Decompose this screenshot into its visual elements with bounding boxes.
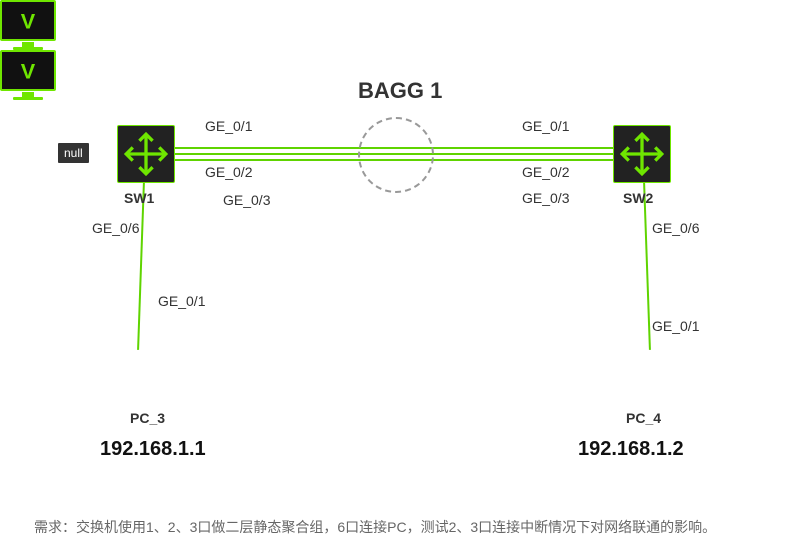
pc3-ip: 192.168.1.1 <box>100 438 206 461</box>
pc4-label: PC_4 <box>626 410 661 426</box>
pc-v-icon: V <box>15 58 41 84</box>
pc-pc4[interactable]: V <box>0 50 56 100</box>
svg-text:V: V <box>21 8 36 33</box>
pc-base <box>13 97 43 100</box>
switch-sw2[interactable] <box>613 125 671 183</box>
port-pc4-ge01: GE_0/1 <box>652 318 699 334</box>
port-sw2-ge02: GE_0/2 <box>522 164 569 180</box>
switch-icon <box>124 132 168 176</box>
pc-screen: V <box>0 50 56 91</box>
switch-icon <box>620 132 664 176</box>
null-label: null <box>58 143 89 163</box>
port-pc3-ge01: GE_0/1 <box>158 293 205 309</box>
switch-sw1[interactable] <box>117 125 175 183</box>
bagg-circle-icon <box>358 117 434 193</box>
pc-pc3[interactable]: V <box>0 0 56 50</box>
port-sw1-ge01: GE_0/1 <box>205 118 252 134</box>
requirement-text: 需求：交换机使用1、2、3口做二层静态聚合组，6口连接PC，测试2、3口连接中断… <box>34 517 716 537</box>
pc4-ip: 192.168.1.2 <box>578 438 684 461</box>
port-sw2-ge03: GE_0/3 <box>522 190 569 206</box>
port-sw2-ge06: GE_0/6 <box>652 220 699 236</box>
port-sw2-ge01: GE_0/1 <box>522 118 569 134</box>
sw2-label: SW2 <box>623 190 653 206</box>
port-sw1-ge02: GE_0/2 <box>205 164 252 180</box>
sw1-label: SW1 <box>124 190 154 206</box>
diagram-canvas: BAGG 1 null SW1 <box>0 0 806 555</box>
pc3-label: PC_3 <box>130 410 165 426</box>
pc-screen: V <box>0 0 56 41</box>
pc-v-icon: V <box>15 8 41 34</box>
port-sw1-ge03: GE_0/3 <box>223 192 270 208</box>
bagg-title: BAGG 1 <box>358 78 442 104</box>
svg-text:V: V <box>21 58 36 83</box>
port-sw1-ge06: GE_0/6 <box>92 220 139 236</box>
